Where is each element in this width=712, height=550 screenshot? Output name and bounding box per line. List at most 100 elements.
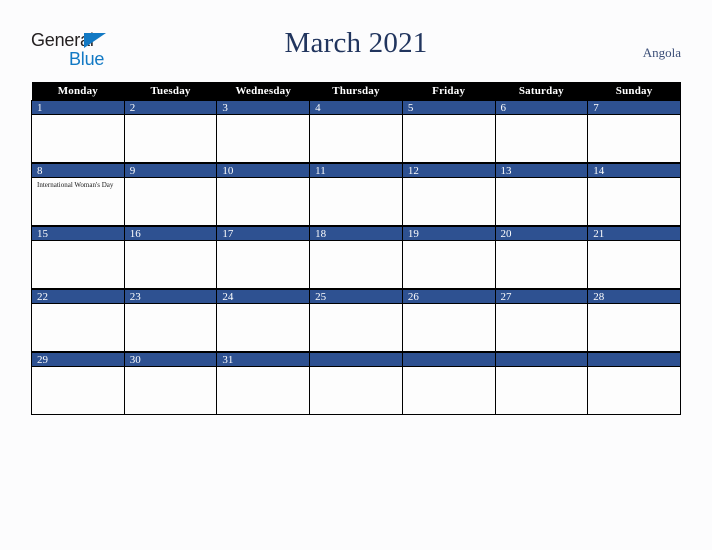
calendar-day-cell[interactable]: 6 xyxy=(494,100,589,163)
day-number xyxy=(588,352,680,367)
day-number xyxy=(402,352,495,367)
calendar-day-cell[interactable]: 5 xyxy=(401,100,496,163)
day-content xyxy=(32,367,124,414)
day-content xyxy=(588,241,680,288)
calendar-day-cell[interactable]: 13 xyxy=(494,162,589,226)
day-content xyxy=(217,367,309,414)
day-header-sunday: Sunday xyxy=(587,82,681,100)
calendar-day-cell[interactable]: 4 xyxy=(309,100,403,163)
calendar-day-cell[interactable]: 3 xyxy=(216,100,311,163)
day-content xyxy=(217,304,309,351)
calendar-day-cell[interactable]: 18 xyxy=(309,225,403,289)
day-header-monday: Monday xyxy=(31,82,125,100)
calendar-day-cell[interactable]: 9 xyxy=(123,162,218,226)
day-header-saturday: Saturday xyxy=(495,82,588,100)
calendar-day-cell[interactable]: 25 xyxy=(309,288,403,352)
day-number: 7 xyxy=(588,100,680,115)
page-title: March 2021 xyxy=(284,27,428,59)
calendar-week-row: 29 30 31 xyxy=(31,351,681,415)
day-content xyxy=(403,304,495,351)
day-content xyxy=(310,367,402,414)
day-number: 15 xyxy=(32,226,124,241)
day-number: 22 xyxy=(32,289,124,304)
calendar-day-cell[interactable]: 8 International Woman's Day xyxy=(31,162,125,226)
day-number: 31 xyxy=(217,352,310,367)
day-content xyxy=(496,241,588,288)
day-number: 3 xyxy=(217,100,310,115)
calendar-day-cell[interactable]: 29 xyxy=(31,351,125,415)
holiday-label: International Woman's Day xyxy=(37,181,114,189)
calendar-day-cell[interactable]: 10 xyxy=(216,162,311,226)
day-content xyxy=(32,304,124,351)
calendar-day-cell[interactable]: 19 xyxy=(401,225,496,289)
calendar-day-cell[interactable]: 30 xyxy=(123,351,218,415)
day-content xyxy=(588,115,680,162)
country-label: Angola xyxy=(642,45,681,60)
calendar-day-cell[interactable]: 7 xyxy=(587,100,681,163)
calendar-grid: Monday Tuesday Wednesday Thursday Friday… xyxy=(31,82,681,415)
day-content xyxy=(588,178,680,225)
calendar-day-cell[interactable] xyxy=(309,351,403,415)
day-header-thursday: Thursday xyxy=(309,82,403,100)
day-number: 28 xyxy=(588,289,680,304)
day-number: 26 xyxy=(402,289,495,304)
calendar-day-cell[interactable] xyxy=(494,351,589,415)
day-content xyxy=(125,241,217,288)
calendar-day-cell[interactable]: 23 xyxy=(123,288,218,352)
day-header-wednesday: Wednesday xyxy=(216,82,310,100)
day-content: International Woman's Day xyxy=(32,178,124,225)
calendar-day-cell[interactable]: 14 xyxy=(587,162,681,226)
day-number: 27 xyxy=(495,289,588,304)
calendar-day-cell[interactable]: 31 xyxy=(216,351,311,415)
day-number: 19 xyxy=(402,226,495,241)
day-content xyxy=(125,178,217,225)
calendar-day-cell[interactable]: 22 xyxy=(31,288,125,352)
calendar-day-cell[interactable] xyxy=(587,351,681,415)
calendar-week-row: 15 16 17 18 19 20 21 xyxy=(31,225,681,289)
day-content xyxy=(32,241,124,288)
day-content xyxy=(310,115,402,162)
day-number: 25 xyxy=(310,289,402,304)
calendar-day-cell[interactable]: 1 xyxy=(31,100,125,163)
day-content xyxy=(496,304,588,351)
day-number xyxy=(310,352,402,367)
day-content xyxy=(403,115,495,162)
calendar-day-cell[interactable]: 27 xyxy=(494,288,589,352)
day-number: 4 xyxy=(310,100,402,115)
day-content xyxy=(217,178,309,225)
day-content xyxy=(32,115,124,162)
day-number xyxy=(495,352,588,367)
day-content xyxy=(217,115,309,162)
day-number: 14 xyxy=(588,163,680,178)
day-number: 17 xyxy=(217,226,310,241)
calendar-day-cell[interactable]: 17 xyxy=(216,225,311,289)
calendar-day-cell[interactable]: 2 xyxy=(123,100,218,163)
day-number: 13 xyxy=(495,163,588,178)
day-number: 23 xyxy=(124,289,217,304)
day-content xyxy=(588,304,680,351)
day-header-friday: Friday xyxy=(402,82,496,100)
calendar-day-cell[interactable]: 26 xyxy=(401,288,496,352)
day-number: 18 xyxy=(310,226,402,241)
calendar-page: General Blue March 2021 Angola Monday Tu… xyxy=(0,0,712,550)
day-number: 30 xyxy=(124,352,217,367)
calendar-day-cell[interactable]: 24 xyxy=(216,288,311,352)
calendar-day-cell[interactable]: 12 xyxy=(401,162,496,226)
calendar-day-cell[interactable]: 20 xyxy=(494,225,589,289)
calendar-day-cell[interactable]: 16 xyxy=(123,225,218,289)
day-number: 11 xyxy=(310,163,402,178)
day-header-tuesday: Tuesday xyxy=(124,82,217,100)
calendar-body: 1 2 3 4 5 6 7 8 International Woman's Day 9 10 11 12… xyxy=(31,100,681,415)
day-number: 20 xyxy=(495,226,588,241)
calendar-day-cell[interactable]: 15 xyxy=(31,225,125,289)
calendar-day-cell[interactable] xyxy=(401,351,496,415)
day-content xyxy=(496,115,588,162)
day-content xyxy=(403,241,495,288)
day-number: 24 xyxy=(217,289,310,304)
day-content xyxy=(403,367,495,414)
calendar-day-cell[interactable]: 21 xyxy=(587,225,681,289)
day-number: 1 xyxy=(32,100,124,115)
calendar-day-cell[interactable]: 28 xyxy=(587,288,681,352)
calendar-week-row: 22 23 24 25 26 27 28 xyxy=(31,288,681,352)
calendar-day-cell[interactable]: 11 xyxy=(309,162,403,226)
